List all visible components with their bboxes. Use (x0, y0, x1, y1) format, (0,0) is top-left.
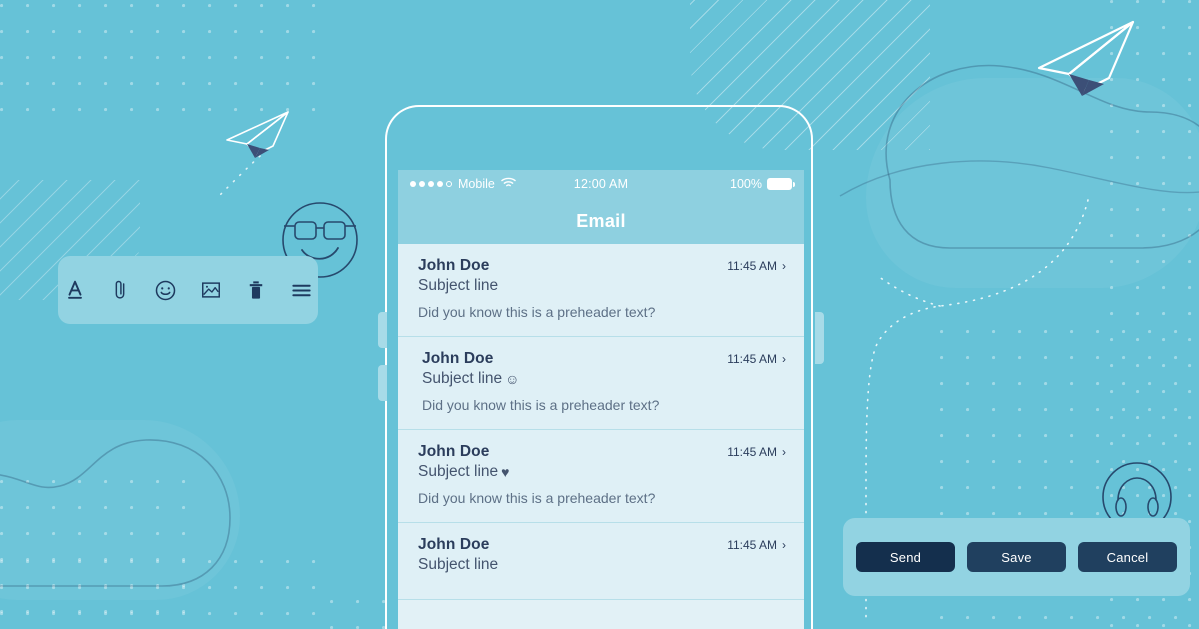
email-sender: John Doe (422, 350, 494, 367)
curve-line (839, 160, 1199, 197)
status-bar-right: 100% (628, 177, 796, 191)
email-subject: Subject line (422, 370, 503, 387)
volume-up-button[interactable] (378, 312, 387, 348)
email-meta: 11:45 AM › (727, 445, 786, 459)
battery-full-icon (767, 178, 796, 190)
action-buttons-panel: Send Save Cancel (843, 518, 1190, 596)
email-time: 11:45 AM (727, 445, 777, 459)
email-subject-emoji: ♥ (501, 464, 510, 480)
email-list: John Doe 11:45 AM › Subject line Did you… (398, 244, 804, 600)
email-preheader: Did you know this is a preheader text? (418, 304, 656, 320)
email-list-item[interactable]: John Doe 11:45 AM › Subject line (398, 523, 804, 600)
email-subject-line: Subject line ♥ (418, 463, 786, 481)
blob-outline-shape (885, 64, 1199, 249)
save-button[interactable]: Save (967, 542, 1066, 572)
status-bar: Mobile 12:00 AM 100% (398, 170, 804, 198)
email-subject: Subject line (418, 556, 499, 573)
image-icon[interactable] (194, 273, 227, 307)
flight-trail-dotted-line (214, 155, 261, 201)
carrier-label: Mobile (458, 177, 495, 191)
email-list-item[interactable]: John Doe 11:45 AM › Subject line ☺ Did y… (398, 337, 804, 430)
email-list-item[interactable]: John Doe 11:45 AM › Subject line ♥ Did y… (398, 430, 804, 523)
clock-label: 12:00 AM (573, 177, 629, 191)
email-row-top: John Doe 11:45 AM › (418, 257, 786, 275)
blob-fill-shape (0, 420, 240, 600)
email-row-top: John Doe 11:45 AM › (422, 350, 786, 368)
email-subject-line: Subject line (418, 556, 786, 574)
chevron-right-icon: › (782, 445, 786, 459)
volume-down-button[interactable] (378, 365, 387, 401)
hamburger-menu-icon[interactable] (285, 273, 318, 307)
screenshot-canvas: Send Save Cancel Mobile 12:00 AM 100% Em… (0, 0, 1199, 629)
phone-screen: Mobile 12:00 AM 100% Email John Doe 11:4… (398, 170, 804, 629)
paper-plane-icon (1037, 20, 1135, 96)
email-time: 11:45 AM (727, 538, 777, 552)
dot-grid-pattern (0, 4, 330, 126)
chevron-right-icon: › (782, 538, 786, 552)
nav-bar: Email (398, 198, 804, 244)
email-meta: 11:45 AM › (727, 352, 786, 366)
text-format-icon[interactable] (58, 273, 91, 307)
email-preheader: Did you know this is a preheader text? (418, 490, 656, 506)
email-list-item[interactable]: John Doe 11:45 AM › Subject line Did you… (398, 244, 804, 337)
email-preheader: Did you know this is a preheader text? (422, 397, 660, 413)
blob-fill-shape (866, 78, 1199, 288)
cancel-button[interactable]: Cancel (1078, 542, 1177, 572)
paper-plane-icon (226, 111, 289, 158)
battery-percent-label: 100% (730, 177, 763, 191)
email-time: 11:45 AM (727, 352, 777, 366)
email-subject-emoji: ☺ (505, 371, 520, 387)
email-compose-toolbar (58, 256, 318, 324)
power-button[interactable] (815, 312, 824, 364)
wifi-icon (501, 177, 516, 192)
email-sender: John Doe (418, 257, 490, 274)
send-button[interactable]: Send (856, 542, 955, 572)
dot-grid-pattern (0, 480, 190, 629)
dot-grid-pattern (0, 560, 330, 629)
status-bar-left: Mobile (410, 177, 574, 192)
email-sender: John Doe (418, 536, 490, 553)
blob-outline-shape (0, 439, 231, 587)
email-subject: Subject line (418, 463, 499, 480)
email-time: 11:45 AM (727, 259, 777, 273)
email-sender: John Doe (418, 443, 490, 460)
email-subject-line: Subject line ☺ (422, 370, 786, 388)
signal-strength-icon (410, 181, 452, 187)
chevron-right-icon: › (782, 352, 786, 366)
page-title: Email (576, 210, 626, 231)
trash-icon[interactable] (239, 273, 272, 307)
email-meta: 11:45 AM › (727, 259, 786, 273)
email-row-top: John Doe 11:45 AM › (418, 536, 786, 554)
phone-mockup: Mobile 12:00 AM 100% Email John Doe 11:4… (378, 105, 824, 629)
emoji-smiley-icon[interactable] (149, 273, 182, 307)
paperclip-icon[interactable] (103, 273, 136, 307)
email-subject: Subject line (418, 277, 499, 294)
email-subject-line: Subject line (418, 277, 786, 295)
chevron-right-icon: › (782, 259, 786, 273)
email-meta: 11:45 AM › (727, 538, 786, 552)
email-row-top: John Doe 11:45 AM › (418, 443, 786, 461)
